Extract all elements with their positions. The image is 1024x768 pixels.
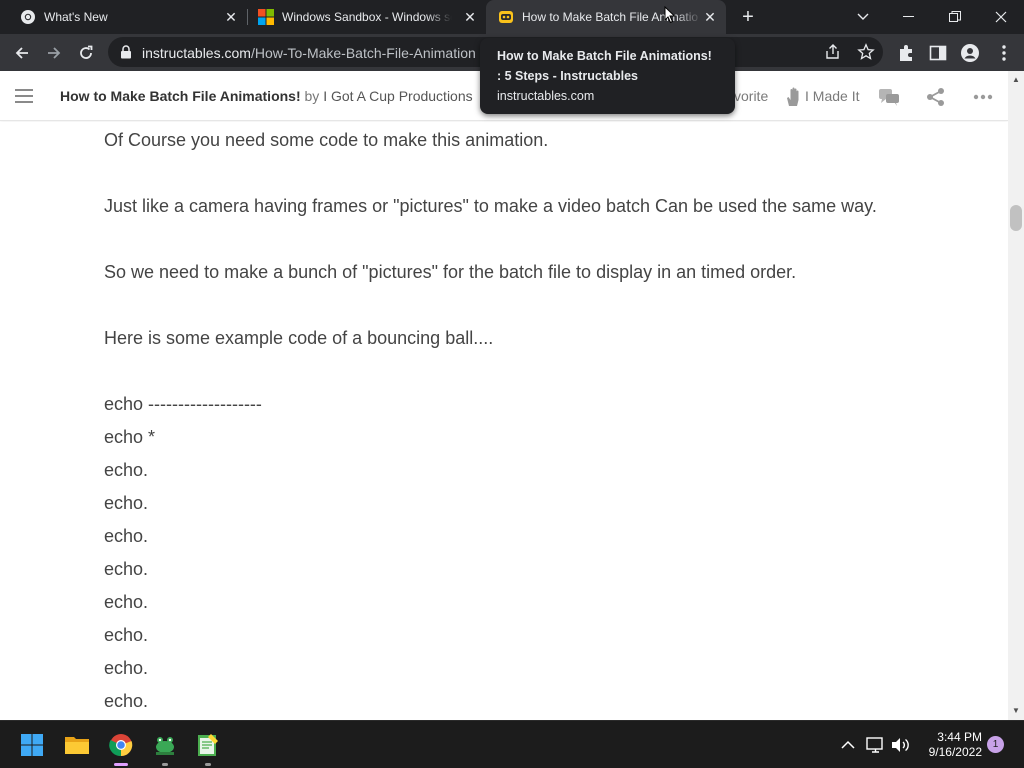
browser-tabstrip: What's New ✕ Windows Sandbox - Windows s…: [0, 0, 1024, 34]
windows-taskbar: 3:44 PM 9/16/2022: [0, 720, 1024, 768]
hamburger-menu-icon[interactable]: [15, 89, 33, 103]
back-arrow-icon: [15, 47, 28, 59]
app-taskbar-button[interactable]: [149, 729, 181, 766]
paragraph: So we need to make a bunch of "pictures"…: [104, 262, 797, 282]
url-path: /How-To-Make-Batch-File-Animation: [250, 45, 476, 61]
frog-app-icon: [156, 737, 174, 755]
url-text[interactable]: instructables.com/How-To-Make-Batch-File…: [142, 45, 482, 61]
reload-icon: [80, 45, 93, 59]
article-content: Of Course you need some code to make thi…: [0, 122, 1008, 720]
paragraph: Of Course you need some code to make thi…: [104, 130, 549, 150]
code-line: echo.: [104, 526, 149, 546]
show-hidden-icons-chevron-icon[interactable]: [838, 735, 858, 755]
active-app-indicator: [114, 763, 128, 766]
scroll-up-arrow-icon[interactable]: ▲: [1008, 73, 1024, 87]
comments-icon[interactable]: [878, 86, 900, 108]
page-scrollbar[interactable]: ▲ ▼: [1008, 71, 1024, 720]
bookmark-star-icon[interactable]: [857, 43, 875, 61]
tab-search-chevron-icon[interactable]: [840, 0, 886, 34]
code-line: echo.: [104, 559, 149, 579]
chrome-icon: [109, 734, 133, 757]
tab-windows-sandbox[interactable]: Windows Sandbox - Windows se ✕: [238, 0, 486, 34]
code-line: echo.: [104, 460, 149, 480]
notification-badge[interactable]: 1: [987, 736, 1004, 753]
start-button[interactable]: [16, 729, 48, 761]
tab-title: Windows Sandbox - Windows se: [282, 10, 452, 24]
author-link[interactable]: I Got A Cup Productions: [323, 88, 472, 104]
close-window-button[interactable]: [978, 0, 1024, 34]
mouse-cursor-icon: [664, 6, 676, 24]
tab-hover-card: How to Make Batch File Animations! : 5 S…: [480, 38, 735, 114]
clock-date: 9/16/2022: [928, 745, 982, 759]
tab-instructables-active[interactable]: How to Make Batch File Animatio ✕: [486, 0, 726, 34]
chrome-icon: [21, 10, 35, 24]
paragraph: Just like a camera having frames or "pic…: [104, 196, 877, 216]
code-line: echo.: [104, 625, 149, 645]
close-tab-icon[interactable]: ✕: [702, 9, 718, 25]
new-tab-button[interactable]: +: [738, 7, 758, 27]
forward-arrow-icon: [48, 47, 61, 59]
code-line: echo.: [104, 658, 149, 678]
tab-title: What's New: [44, 10, 108, 24]
code-line: echo.: [104, 592, 149, 612]
by-label: by: [304, 88, 320, 104]
reload-button[interactable]: [72, 39, 100, 67]
windows-logo-icon: [258, 9, 274, 25]
system-clock[interactable]: 3:44 PM 9/16/2022: [916, 730, 982, 760]
i-made-it-button[interactable]: I Made It: [805, 88, 859, 104]
more-menu-icon[interactable]: [994, 43, 1014, 63]
folder-icon: [65, 737, 89, 754]
code-line: echo -------------------: [104, 394, 262, 414]
chrome-taskbar-button[interactable]: [105, 729, 137, 766]
minimize-button[interactable]: [886, 0, 932, 34]
scrollbar-thumb[interactable]: [1010, 205, 1022, 231]
extensions-puzzle-icon[interactable]: [896, 43, 916, 63]
share-icon[interactable]: [824, 43, 842, 61]
open-app-indicator: [205, 763, 211, 766]
forward-button[interactable]: [40, 39, 68, 67]
close-tab-icon[interactable]: ✕: [462, 9, 478, 25]
profile-avatar-icon[interactable]: [960, 43, 980, 63]
notepad-taskbar-button[interactable]: [192, 729, 224, 766]
file-explorer-button[interactable]: [61, 729, 93, 761]
favorite-button[interactable]: vorite: [734, 88, 768, 104]
restore-button[interactable]: [932, 0, 978, 34]
hand-icon[interactable]: [783, 86, 805, 108]
instructables-robot-icon: [499, 11, 513, 23]
project-title: How to Make Batch File Animations!: [60, 88, 301, 104]
more-options-icon[interactable]: [972, 86, 994, 108]
project-title-bar: How to Make Batch File Animations! by I …: [60, 88, 473, 104]
tab-whats-new[interactable]: What's New ✕: [0, 0, 247, 34]
back-button[interactable]: [8, 39, 36, 67]
paragraph: Here is some example code of a bouncing …: [104, 328, 494, 348]
code-line: echo *: [104, 427, 156, 447]
side-panel-icon[interactable]: [928, 43, 948, 63]
open-app-indicator: [162, 763, 168, 766]
notepad-icon: [198, 734, 218, 756]
hover-card-title: How to Make Batch File Animations! : 5 S…: [497, 49, 712, 83]
url-host: instructables.com: [142, 45, 251, 61]
hover-card-host: instructables.com: [497, 89, 595, 103]
volume-icon[interactable]: [890, 735, 910, 755]
clock-time: 3:44 PM: [937, 730, 982, 744]
code-line: echo.: [104, 493, 149, 513]
scroll-down-arrow-icon[interactable]: ▼: [1008, 704, 1024, 718]
code-line: echo.: [104, 691, 149, 711]
close-tab-icon[interactable]: ✕: [223, 9, 239, 25]
share-network-icon[interactable]: [925, 86, 947, 108]
network-icon[interactable]: [865, 735, 885, 755]
lock-icon[interactable]: [120, 45, 132, 59]
windows-start-icon: [21, 734, 43, 756]
